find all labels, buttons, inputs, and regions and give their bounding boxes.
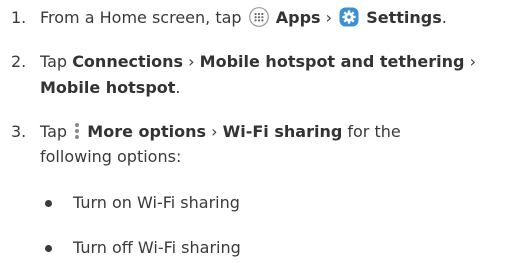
step-3-pre: Tap [40, 122, 68, 141]
separator: › [325, 8, 333, 27]
bullet-text: Turn on Wi-Fi sharing [73, 193, 240, 212]
step-2-number: 2. [11, 52, 27, 71]
separator: › [188, 52, 195, 71]
step-1-number: 1. [11, 8, 27, 27]
step-1-pre: From a Home screen, tap [40, 8, 242, 27]
step-2-pre: Tap [40, 52, 68, 71]
settings-gear-icon [339, 7, 359, 27]
bullet-icon [45, 200, 52, 207]
bullet-icon [45, 245, 52, 252]
apps-grid-icon [248, 7, 269, 27]
period: . [175, 78, 181, 97]
separator: › [469, 52, 476, 71]
step-3-text: Tap More options › Wi-Fi sharing for the [40, 121, 401, 143]
apps-label: Apps [275, 8, 321, 27]
instructions: 1. From a Home screen, tap Apps › Settin… [0, 0, 519, 263]
step-3-number: 3. [11, 122, 27, 141]
wifi-sharing-label: Wi-Fi sharing [222, 122, 343, 141]
bullet-text: Turn off Wi-Fi sharing [73, 238, 241, 257]
step-2-text: Tap Connections › Mobile hotspot and tet… [40, 51, 476, 73]
step-1-text: From a Home screen, tap Apps › Settings. [40, 7, 447, 29]
step-3-post: for the [347, 122, 401, 141]
connections-label: Connections [72, 52, 184, 71]
settings-label: Settings [366, 8, 442, 27]
mobile-hotspot-label: Mobile hotspot [40, 78, 176, 97]
period: . [441, 8, 447, 27]
more-options-label: More options [87, 122, 206, 141]
step-3-cont: following options: [40, 147, 182, 166]
mobile-hotspot-tethering-label: Mobile hotspot and tethering [199, 52, 465, 71]
more-options-icon [73, 121, 81, 141]
separator: › [211, 122, 218, 141]
